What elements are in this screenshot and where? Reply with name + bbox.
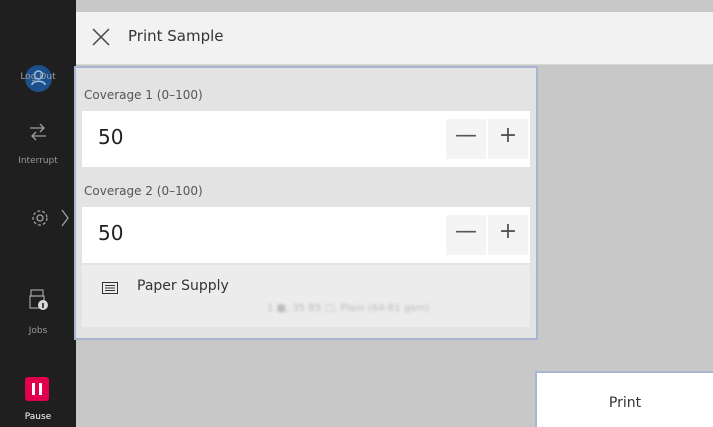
page-title: Print Sample bbox=[128, 27, 224, 45]
header-bar: Print Sample bbox=[76, 12, 713, 65]
interrupt-button[interactable]: Interrupt bbox=[0, 118, 76, 174]
logout-label: Log Out bbox=[20, 72, 56, 82]
print-button-label: Print bbox=[608, 395, 642, 411]
settings-button[interactable] bbox=[0, 202, 76, 238]
gear-icon bbox=[30, 208, 50, 231]
paper-supply-button[interactable]: Paper Supply 1 ■, 35 B5 ▢, Plain (64-81 … bbox=[82, 265, 530, 327]
minus-icon: — bbox=[455, 123, 477, 148]
jobs-button[interactable]: Jobs bbox=[0, 284, 76, 340]
plus-icon: + bbox=[498, 123, 518, 148]
paper-supply-value: 1 ■, 35 B5 ▢, Plain (64-81 gsm) bbox=[267, 303, 430, 314]
settings-panel: Coverage 1 (0–100) 50 — + Coverage 2 (0–… bbox=[74, 66, 538, 340]
minus-icon: — bbox=[455, 219, 477, 244]
interrupt-label: Interrupt bbox=[18, 156, 58, 166]
coverage-2-increase-button[interactable]: + bbox=[488, 215, 528, 255]
coverage-1-decrease-button[interactable]: — bbox=[446, 119, 486, 159]
logout-button[interactable]: Log Out bbox=[0, 30, 76, 92]
coverage-2-row: 50 — + bbox=[82, 207, 530, 263]
interrupt-icon bbox=[28, 122, 48, 145]
close-icon[interactable] bbox=[90, 26, 112, 48]
left-rail: Log Out Interrupt Jobs Pause bbox=[0, 0, 76, 427]
coverage-2-decrease-button[interactable]: — bbox=[446, 215, 486, 255]
coverage-2-value[interactable]: 50 bbox=[98, 221, 123, 245]
paper-supply-label: Paper Supply bbox=[137, 278, 229, 294]
chevron-right-icon bbox=[60, 208, 70, 231]
plus-icon: + bbox=[498, 219, 518, 244]
coverage-2-label: Coverage 2 (0–100) bbox=[84, 184, 203, 198]
pause-label: Pause bbox=[24, 412, 52, 422]
print-button[interactable]: Print bbox=[535, 371, 713, 427]
coverage-1-label: Coverage 1 (0–100) bbox=[84, 88, 203, 102]
coverage-1-increase-button[interactable]: + bbox=[488, 119, 528, 159]
paper-tray-icon bbox=[102, 279, 118, 294]
jobs-label: Jobs bbox=[28, 326, 48, 336]
coverage-1-value[interactable]: 50 bbox=[98, 125, 123, 149]
pause-icon bbox=[25, 377, 49, 401]
pause-button[interactable]: Pause bbox=[0, 370, 76, 427]
coverage-1-row: 50 — + bbox=[82, 111, 530, 167]
jobs-icon bbox=[28, 288, 50, 315]
